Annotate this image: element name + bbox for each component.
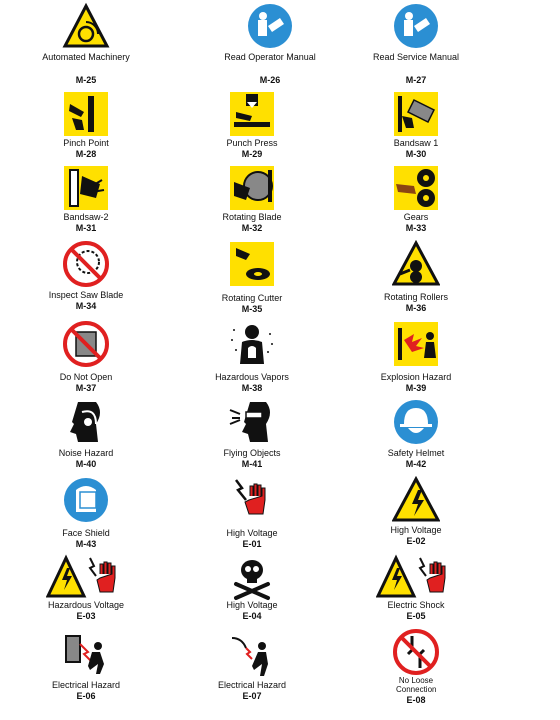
pinch-point-icon — [62, 90, 110, 138]
sign-label: Rotating Rollers — [383, 292, 449, 302]
sign-code: E-01 — [242, 539, 262, 549]
safety-helmet-icon — [392, 398, 440, 446]
skull-crossbones-icon — [228, 554, 276, 602]
sign-label: Rotating Cutter — [221, 293, 283, 303]
read-manual-icon — [246, 2, 294, 50]
sign-code: E-08 — [406, 695, 426, 705]
sign-label: No Loose Connection — [396, 676, 437, 694]
sign-label: High Voltage — [390, 525, 442, 535]
sign-code: M-36 — [405, 303, 427, 313]
read-manual-icon — [392, 2, 440, 50]
sign-code: E-07 — [242, 691, 262, 701]
sign-code: M-35 — [241, 304, 263, 314]
sign-code: E-02 — [406, 536, 426, 546]
sign-label: Electrical Hazard — [51, 680, 121, 690]
sign-label: High Voltage — [226, 528, 278, 538]
sign-label: Automated Machinery — [42, 52, 130, 62]
electrical-hazard-icon — [62, 632, 110, 680]
noise-hazard-icon — [62, 398, 110, 446]
sign-code: M-40 — [75, 459, 97, 469]
sign-code: M-26 — [259, 75, 281, 85]
sign-code: M-37 — [75, 383, 97, 393]
sign-label: High Voltage — [226, 600, 278, 610]
sign-code: M-30 — [405, 149, 427, 159]
sign-code: E-05 — [406, 611, 426, 621]
sign-code: M-42 — [405, 459, 427, 469]
sign-code: M-43 — [75, 539, 97, 549]
sign-code: M-39 — [405, 383, 427, 393]
hazardous-vapors-icon — [228, 320, 276, 368]
sign-code: M-41 — [241, 459, 263, 469]
sign-label: Hazardous Voltage — [47, 600, 125, 610]
sign-label: Inspect Saw Blade — [48, 290, 124, 300]
rotating-blade-icon — [228, 164, 276, 212]
sign-label: Flying Objects — [223, 448, 281, 458]
electrical-hazard-person-icon — [228, 632, 276, 680]
sign-code: M-31 — [75, 223, 97, 233]
sign-label: Pinch Point — [63, 138, 109, 148]
sign-label: Explosion Hazard — [380, 372, 452, 382]
sign-code: M-33 — [405, 223, 427, 233]
rotating-cutter-icon — [228, 240, 276, 288]
sign-code: M-38 — [241, 383, 263, 393]
sign-label: Safety Helmet — [387, 448, 445, 458]
sign-label: Gears — [403, 212, 429, 222]
electric-shock-icon — [376, 554, 458, 602]
sign-label: Do Not Open — [59, 372, 113, 382]
high-voltage-hand-icon — [228, 476, 276, 524]
do-not-open-icon — [62, 320, 110, 368]
explosion-hazard-icon — [392, 320, 440, 368]
sign-code: E-06 — [76, 691, 96, 701]
high-voltage-triangle-icon — [392, 476, 440, 524]
sign-code: E-03 — [76, 611, 96, 621]
inspect-saw-blade-icon — [62, 240, 110, 288]
no-loose-connection-icon — [392, 628, 440, 676]
sign-label: Face Shield — [62, 528, 110, 538]
bandsaw-icon — [392, 90, 440, 138]
sign-code: E-04 — [242, 611, 262, 621]
sign-label: Noise Hazard — [58, 448, 114, 458]
rotating-rollers-icon — [392, 240, 440, 288]
sign-label: Read Operator Manual — [224, 52, 316, 62]
sign-code: M-29 — [241, 149, 263, 159]
sign-code: M-27 — [405, 75, 427, 85]
hazardous-voltage-icon — [46, 554, 128, 602]
face-shield-icon — [62, 476, 110, 524]
sign-label: Hazardous Vapors — [215, 372, 289, 382]
sign-label: Bandsaw 1 — [393, 138, 439, 148]
sign-label: Electric Shock — [387, 600, 445, 610]
sign-code: M-34 — [75, 301, 97, 311]
sign-code: M-28 — [75, 149, 97, 159]
sign-code: M-25 — [75, 75, 97, 85]
automated-machinery-icon — [62, 2, 110, 50]
sign-code: M-32 — [241, 223, 263, 233]
sign-label: Punch Press — [226, 138, 278, 148]
bandsaw-icon — [62, 164, 110, 212]
punch-press-icon — [228, 90, 276, 138]
sign-label: Read Service Manual — [372, 52, 460, 62]
sign-label: Electrical Hazard — [217, 680, 287, 690]
sign-label: Rotating Blade — [222, 212, 282, 222]
flying-objects-icon — [228, 398, 276, 446]
gears-icon — [392, 164, 440, 212]
sign-label: Bandsaw-2 — [63, 212, 109, 222]
